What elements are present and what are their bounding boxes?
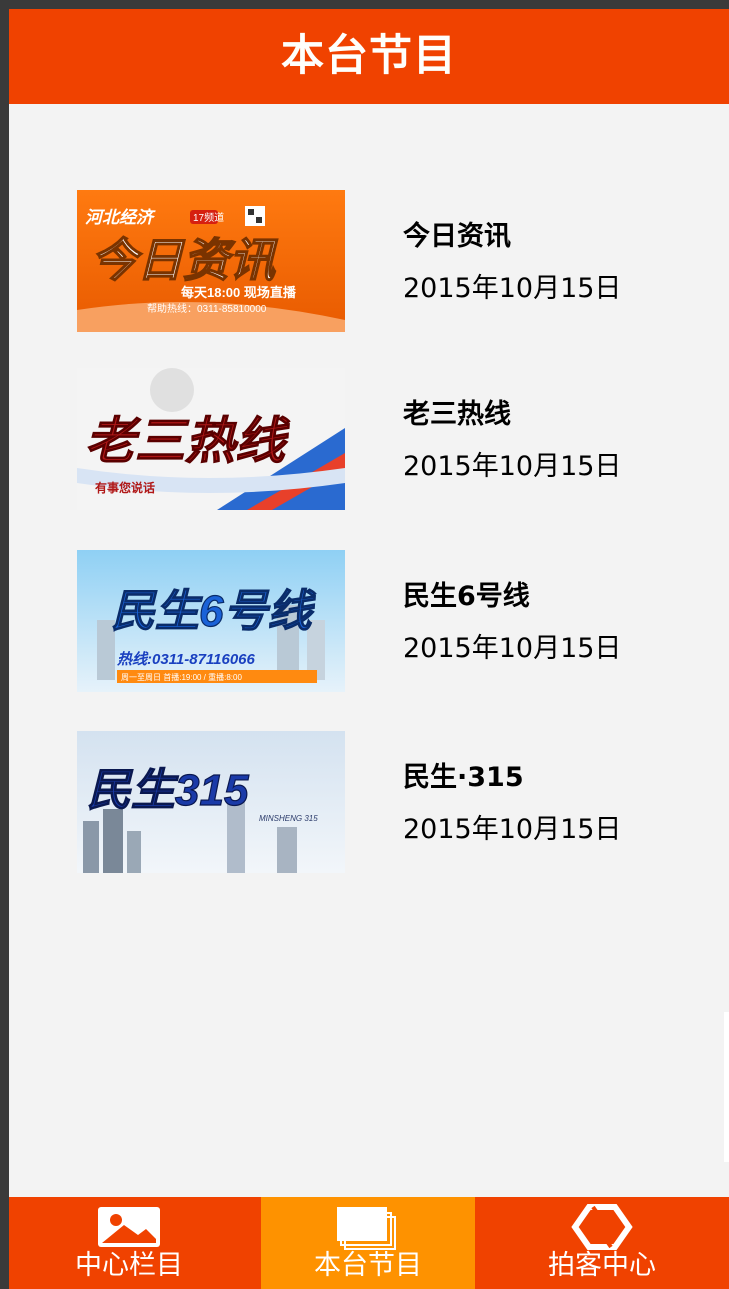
program-title[interactable]: 民生·315 [403,761,524,795]
thumb-hotline: 帮助热线：0311-85810000 [147,302,267,315]
program-thumbnail[interactable]: 民生315 MINSHENG 315 [77,731,345,873]
program-date: 2015年10月15日 [403,273,622,304]
program-date: 2015年10月15日 [403,633,622,664]
thumb-name: 老三热线 [85,413,290,469]
program-title[interactable]: 老三热线 [403,398,511,432]
program-item-minsheng-6[interactable]: 民生6号线 热线:0311-87116066 周一至周日 首播:19:00 / … [77,550,717,692]
program-thumbnail-art: 老三热线 有事您说话 [77,368,345,510]
thumb-name: 民生6号线 [111,587,316,636]
tab-center-columns[interactable]: 中心栏目 [9,1197,249,1289]
image-icon [98,1207,160,1247]
thumb-name: 今日资讯 [91,234,278,286]
program-thumbnail-art: 民生6号线 热线:0311-87116066 周一至周日 首播:19:00 / … [77,550,345,692]
stacked-pages-icon [337,1207,396,1250]
program-date: 2015年10月15日 [403,814,622,845]
thumb-brand: 河北经济 [85,208,156,227]
program-item-minsheng-315[interactable]: 民生315 MINSHENG 315 民生·315 2015年10月15日 [77,731,717,873]
hexagon-camera-icon [571,1204,633,1250]
program-thumbnail-art: 民生315 MINSHENG 315 [77,731,345,873]
program-title[interactable]: 今日资讯 [403,220,511,254]
tab-label: 拍客中心 [548,1250,656,1281]
program-title[interactable]: 民生6号线 [403,580,530,614]
edge-highlight [724,1012,729,1162]
thumb-subtitle: MINSHENG 315 [259,814,318,823]
program-date: 2015年10月15日 [403,451,622,482]
program-thumbnail[interactable]: 老三热线 有事您说话 [77,368,345,510]
tab-station-programs[interactable]: 本台节目 [261,1197,475,1289]
tab-photographer-center[interactable]: 拍客中心 [475,1197,729,1289]
header-bar: 本台节目 [9,9,729,104]
thumb-schedule: 周一至周日 首播:19:00 / 重播:8:00 [121,672,242,682]
thumb-schedule: 每天18:00 现场直播 [181,285,297,300]
tab-label: 中心栏目 [75,1250,183,1281]
thumb-hotline: 热线:0311-87116066 [116,651,256,668]
page-title: 本台节目 [281,31,457,81]
app-screen: 本台节目 河北经济 17频道 今日资讯 每天18:00 现场直播 帮助热线：03… [9,9,729,1289]
program-thumbnail-art: 河北经济 17频道 今日资讯 每天18:00 现场直播 帮助热线：0311-85… [77,190,345,332]
bottom-tab-bar: 中心栏目 本台节目 拍客中心 [9,1197,729,1289]
program-thumbnail[interactable]: 河北经济 17频道 今日资讯 每天18:00 现场直播 帮助热线：0311-85… [77,190,345,332]
thumb-name: 民生315 [87,766,249,815]
thumb-slogan: 有事您说话 [95,480,155,495]
program-thumbnail[interactable]: 民生6号线 热线:0311-87116066 周一至周日 首播:19:00 / … [77,550,345,692]
tab-label: 本台节目 [314,1250,422,1281]
program-item-laosan-rexian[interactable]: 老三热线 有事您说话 老三热线 2015年10月15日 [77,368,717,510]
program-item-jinri-zixun[interactable]: 河北经济 17频道 今日资讯 每天18:00 现场直播 帮助热线：0311-85… [77,190,717,332]
thumb-channel: 17频道 [193,211,224,224]
